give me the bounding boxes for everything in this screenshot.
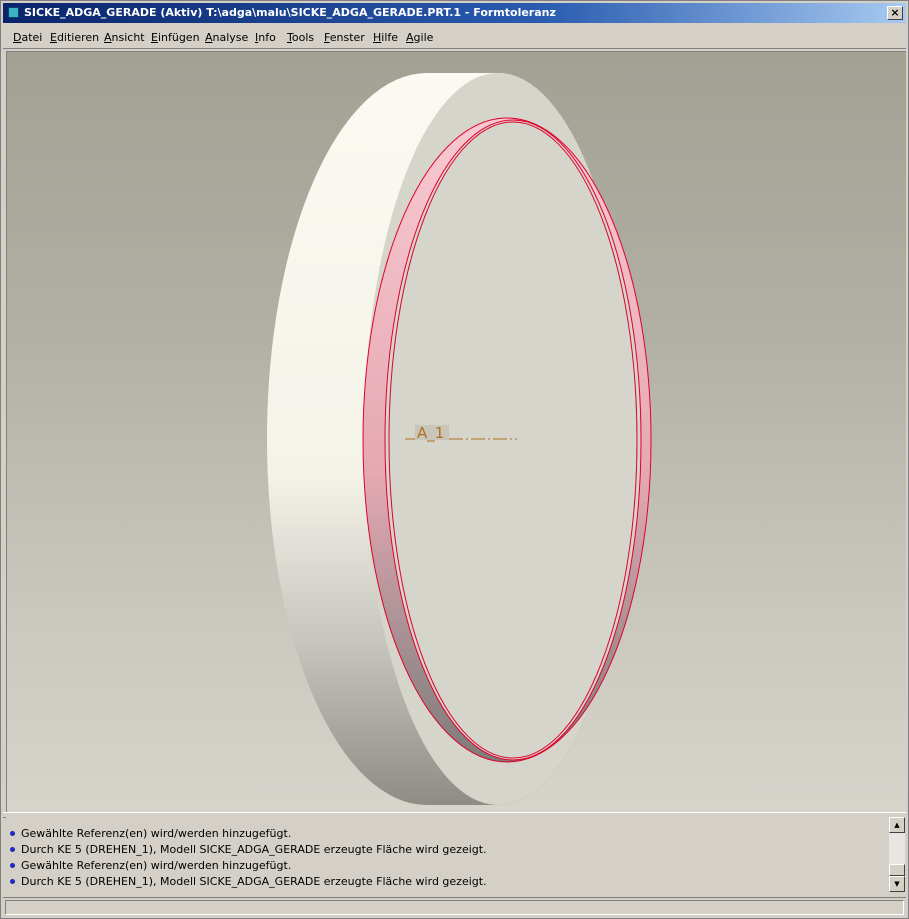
scroll-down-icon: ▼	[894, 880, 900, 888]
status-bar	[3, 897, 906, 917]
message-text: Durch KE 5 (DREHEN_1), Modell SICKE_ADGA…	[21, 843, 487, 856]
close-button[interactable]: ×	[887, 6, 903, 20]
scroll-up-icon: ▲	[894, 821, 900, 829]
menu-tools[interactable]: Tools	[287, 31, 314, 44]
bullet-icon	[10, 878, 15, 884]
message-line: Durch KE 5 (DREHEN_1), Modell SICKE_ADGA…	[10, 843, 487, 859]
app-window: SICKE_ADGA_GERADE (Aktiv) T:\adga\malu\S…	[0, 0, 909, 919]
menu-editieren[interactable]: Editieren	[50, 31, 99, 44]
menu-ansicht[interactable]: Ansicht	[104, 31, 145, 44]
title-bar[interactable]: SICKE_ADGA_GERADE (Aktiv) T:\adga\malu\S…	[3, 3, 906, 23]
message-scrollbar[interactable]: ▲ ▼	[889, 817, 905, 892]
app-icon	[8, 7, 19, 18]
window-title: SICKE_ADGA_GERADE (Aktiv) T:\adga\malu\S…	[24, 6, 556, 19]
bullet-icon	[10, 846, 15, 852]
graphics-viewport[interactable]: A_1	[6, 51, 906, 812]
message-line: Gewählte Referenz(en) wird/werden hinzug…	[10, 859, 291, 875]
scroll-down-button[interactable]: ▼	[889, 876, 905, 892]
menu-info[interactable]: Info	[255, 31, 276, 44]
axis-label-a1[interactable]: A_1	[417, 424, 444, 443]
message-area: Gewählte Referenz(en) wird/werden hinzug…	[6, 817, 906, 895]
message-text: Gewählte Referenz(en) wird/werden hinzug…	[21, 827, 292, 840]
menu-analyse[interactable]: Analyse	[205, 31, 248, 44]
close-icon: ×	[890, 6, 900, 19]
menu-fenster[interactable]: Fenster	[324, 31, 365, 44]
message-line: Gewählte Referenz(en) wird/werden hinzug…	[10, 827, 291, 843]
message-line: Durch KE 5 (DREHEN_1), Modell SICKE_ADGA…	[10, 875, 487, 891]
menu-agile[interactable]: Agile	[406, 31, 433, 44]
scroll-thumb[interactable]	[889, 864, 905, 876]
scroll-up-button[interactable]: ▲	[889, 817, 905, 833]
status-field	[5, 900, 904, 915]
menu-bar: Datei Editieren Ansicht Einfügen Analyse…	[3, 26, 906, 49]
message-text: Gewählte Referenz(en) wird/werden hinzug…	[21, 859, 292, 872]
model-canvas[interactable]: A_1	[7, 52, 906, 812]
bullet-icon	[10, 830, 15, 836]
menu-datei[interactable]: Datei	[13, 31, 42, 44]
bullet-icon	[10, 862, 15, 868]
message-text: Durch KE 5 (DREHEN_1), Modell SICKE_ADGA…	[21, 875, 487, 888]
menu-hilfe[interactable]: Hilfe	[373, 31, 398, 44]
menu-einfuegen[interactable]: Einfügen	[151, 31, 200, 44]
